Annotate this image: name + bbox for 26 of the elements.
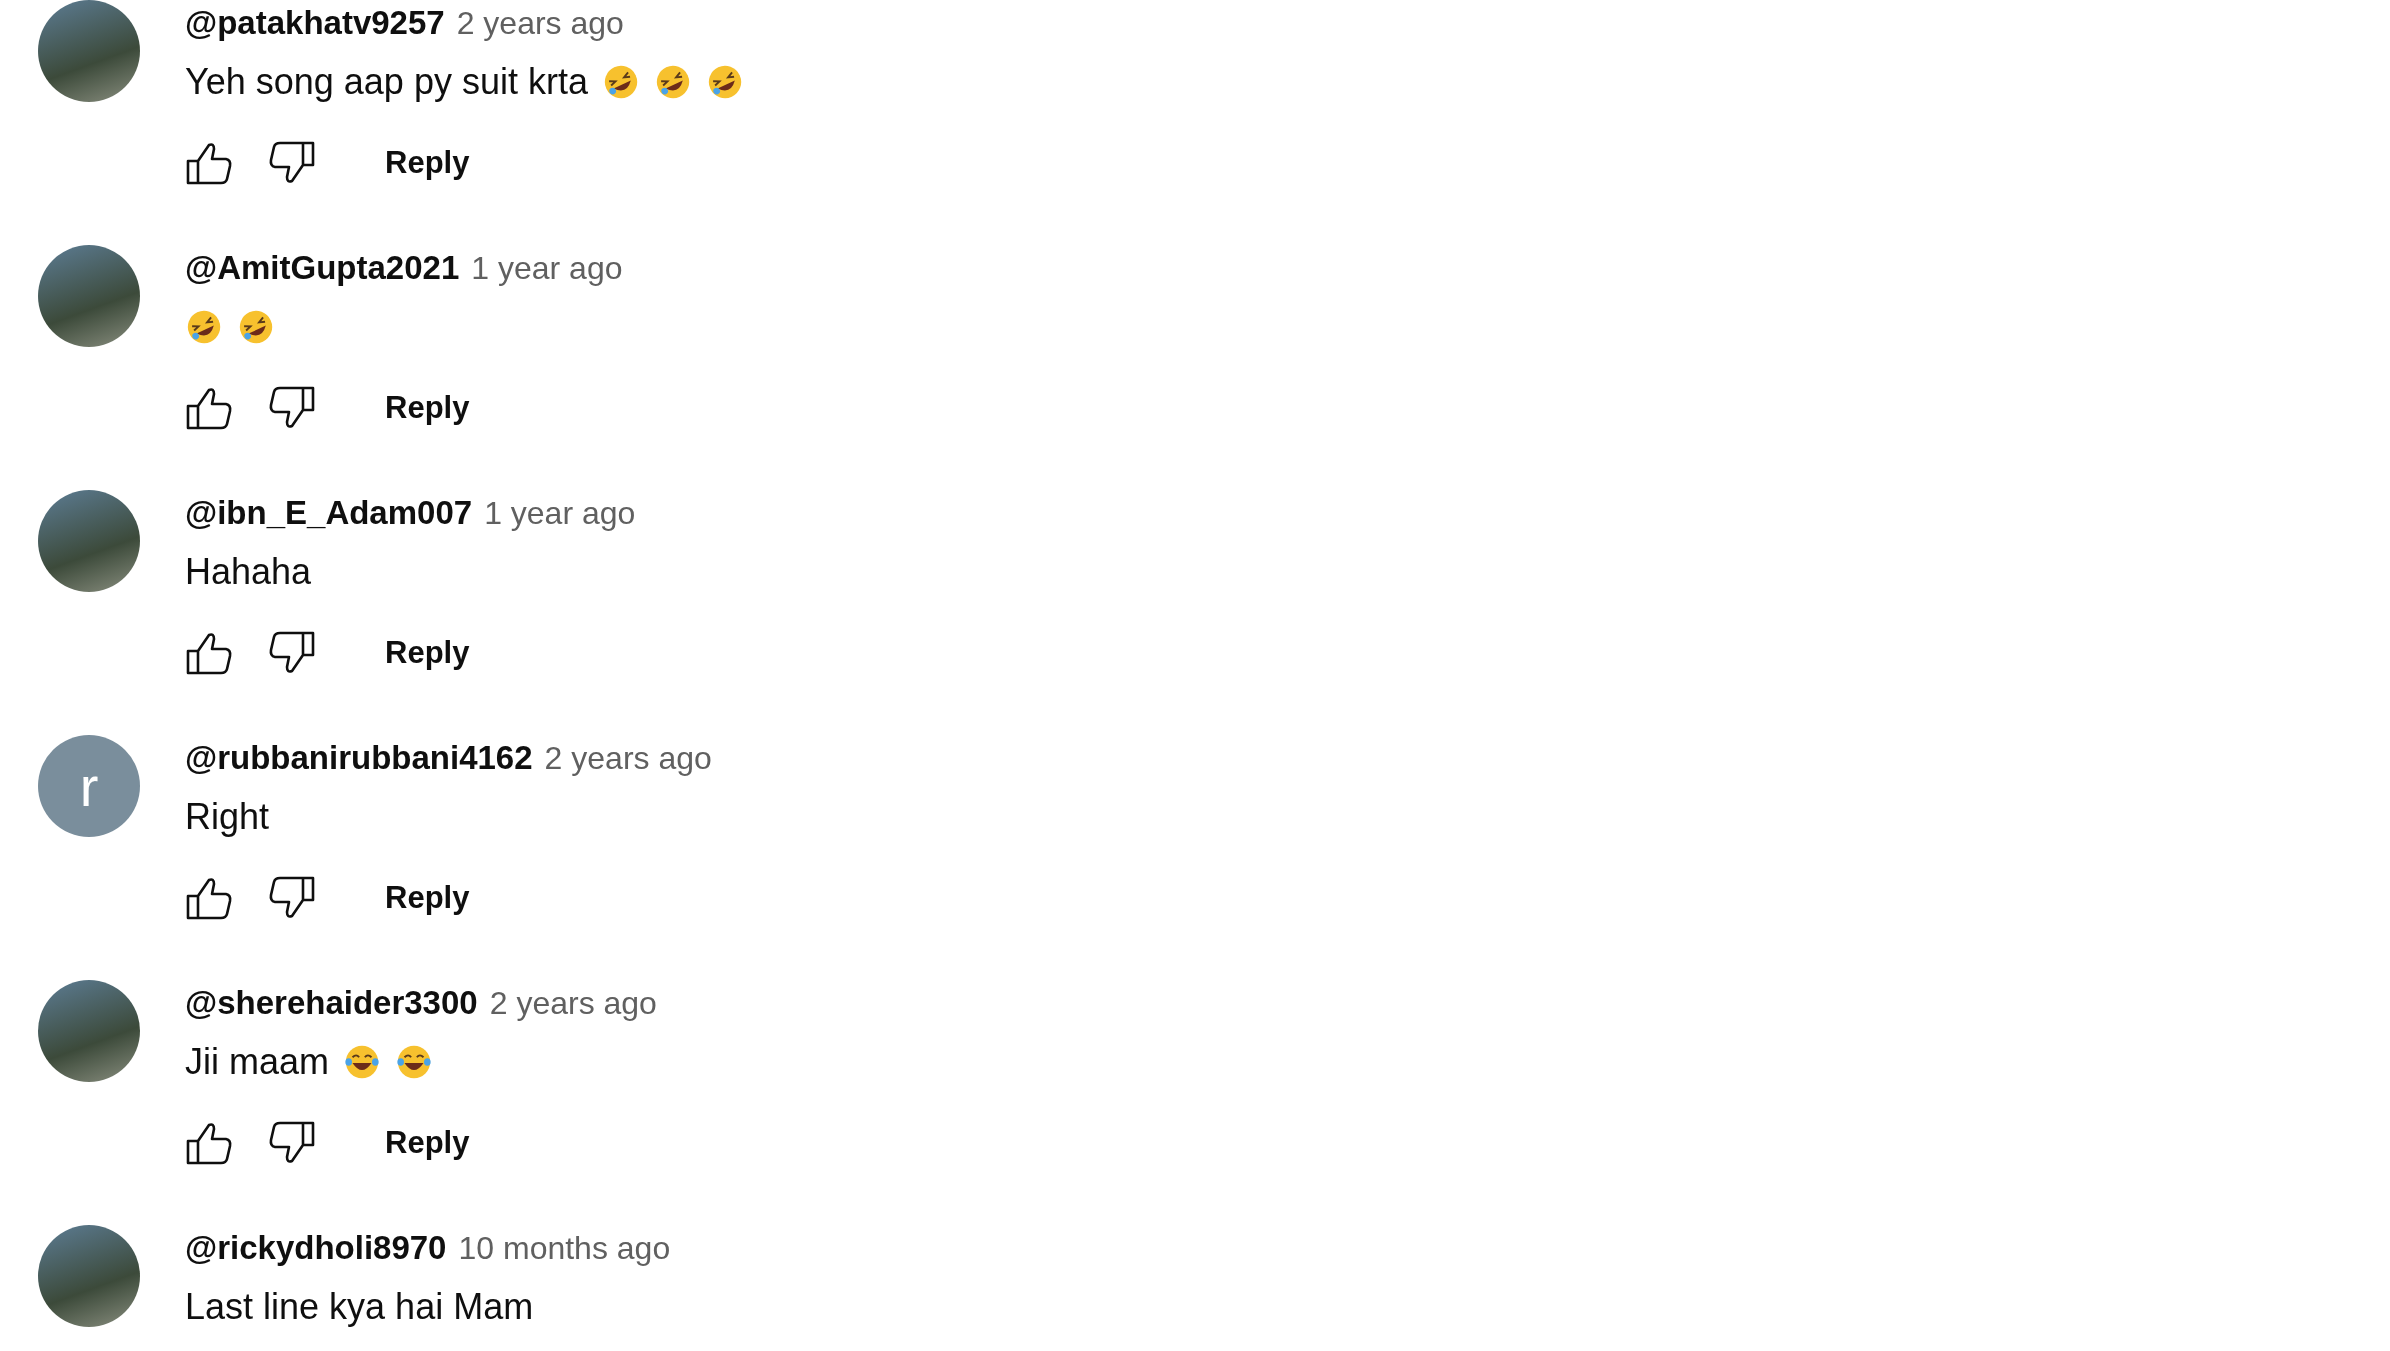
comment-text: Jii maam [185,1041,330,1083]
comment-time[interactable]: 2 years ago [456,4,624,42]
comment-text: Last line kya hai Mam [185,1286,534,1328]
comment-text: Right [185,796,270,838]
laughing-face-icon [343,1043,382,1081]
author-name[interactable]: @rickydholi8970 [185,1229,447,1267]
comment-time[interactable]: 2 years ago [544,739,712,777]
comment-time[interactable]: 10 months ago [458,1229,671,1267]
laughing-face-icon [237,308,275,346]
comment-text: Hahaha [185,551,312,593]
reply-button[interactable]: Reply [385,1125,470,1161]
comment-time[interactable]: 1 year ago [471,249,623,287]
author-name[interactable]: @sherehaider3300 [185,984,478,1022]
comment-text: Yeh song aap py suit krta [185,61,588,103]
comment-time[interactable]: 2 years ago [489,984,657,1022]
laughing-face-icon [395,1043,434,1081]
comment-time[interactable]: 1 year ago [484,494,636,532]
author-name[interactable]: @patakhatv9257 [185,4,445,42]
laughing-face-icon [185,308,223,346]
author-name[interactable]: @ibn_E_Adam007 [185,494,473,532]
author-name[interactable]: @AmitGupta2021 [185,249,460,287]
reply-button[interactable]: Reply [385,145,470,181]
reply-button[interactable]: Reply [385,880,470,916]
reply-button[interactable]: Reply [385,390,470,426]
author-name[interactable]: @rubbanirubbani4162 [185,739,533,777]
reply-button[interactable]: Reply [385,635,470,671]
